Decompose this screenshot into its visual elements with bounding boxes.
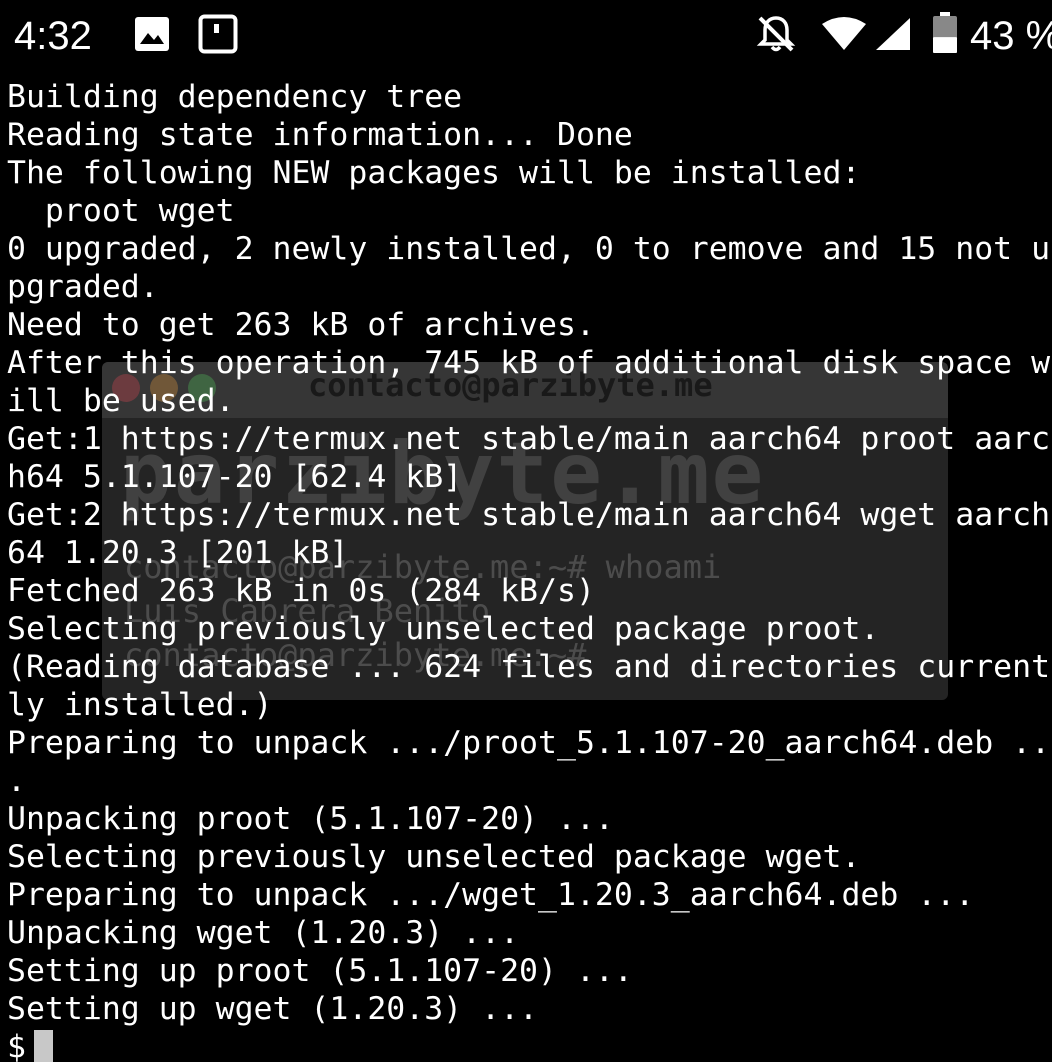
terminal-line: (Reading database ... 624 files and dire… xyxy=(7,649,1051,685)
terminal-prompt-row[interactable]: $ xyxy=(7,1028,1052,1062)
terminal-line: proot wget xyxy=(7,193,235,229)
status-bar: 4:32 43 % xyxy=(0,0,1052,72)
terminal-line: Get:2 https://termux.net stable/main aar… xyxy=(7,497,1051,533)
terminal-line: Preparing to unpack .../proot_5.1.107-20… xyxy=(7,725,1051,761)
terminal-line: Get:1 https://termux.net stable/main aar… xyxy=(7,421,1051,457)
text-cursor xyxy=(33,1030,53,1062)
terminal-line: Selecting previously unselected package … xyxy=(7,839,861,875)
app-notification-icon xyxy=(198,14,238,54)
terminal-line: ill be used. xyxy=(7,383,235,419)
terminal-line: The following NEW packages will be insta… xyxy=(7,155,861,191)
terminal-line: Preparing to unpack .../wget_1.20.3_aarc… xyxy=(7,877,975,913)
image-notification-icon xyxy=(135,17,169,51)
terminal-line: 0 upgraded, 2 newly installed, 0 to remo… xyxy=(7,231,1051,267)
terminal-line: Unpacking wget (1.20.3) ... xyxy=(7,915,520,951)
notifications-off-icon xyxy=(756,16,796,52)
terminal-line: Unpacking proot (5.1.107-20) ... xyxy=(7,801,614,837)
termux-screen: 4:32 43 % xyxy=(0,0,1052,1062)
terminal-line: Setting up proot (5.1.107-20) ... xyxy=(7,953,633,989)
terminal-line: pgraded. xyxy=(7,269,159,305)
terminal-line: ly installed.) xyxy=(7,687,273,723)
terminal-line: 64 1.20.3 [201 kB] xyxy=(7,535,349,571)
battery-percentage: 43 % xyxy=(970,14,1052,58)
terminal-line: Need to get 263 kB of archives. xyxy=(7,307,595,343)
battery-icon xyxy=(933,12,957,53)
terminal-line: Reading state information... Done xyxy=(7,117,633,153)
terminal-line: Setting up wget (1.20.3) ... xyxy=(7,991,539,1027)
terminal-line: Building dependency tree xyxy=(7,79,463,115)
terminal-line: Fetched 263 kB in 0s (284 kB/s) xyxy=(7,573,595,609)
terminal-line: . xyxy=(7,763,26,799)
terminal-line: h64 5.1.107-20 [62.4 kB] xyxy=(7,459,463,495)
wifi-icon xyxy=(822,17,866,50)
status-time: 4:32 xyxy=(14,14,92,58)
terminal-lines: Building dependency tree Reading state in… xyxy=(7,78,1052,1028)
prompt-symbol: $ xyxy=(7,1029,26,1062)
terminal-output[interactable]: Building dependency tree Reading state in… xyxy=(7,78,1052,1062)
terminal-line: After this operation, 745 kB of addition… xyxy=(7,345,1051,381)
terminal-line: Selecting previously unselected package … xyxy=(7,611,880,647)
cell-signal-icon xyxy=(876,18,910,50)
